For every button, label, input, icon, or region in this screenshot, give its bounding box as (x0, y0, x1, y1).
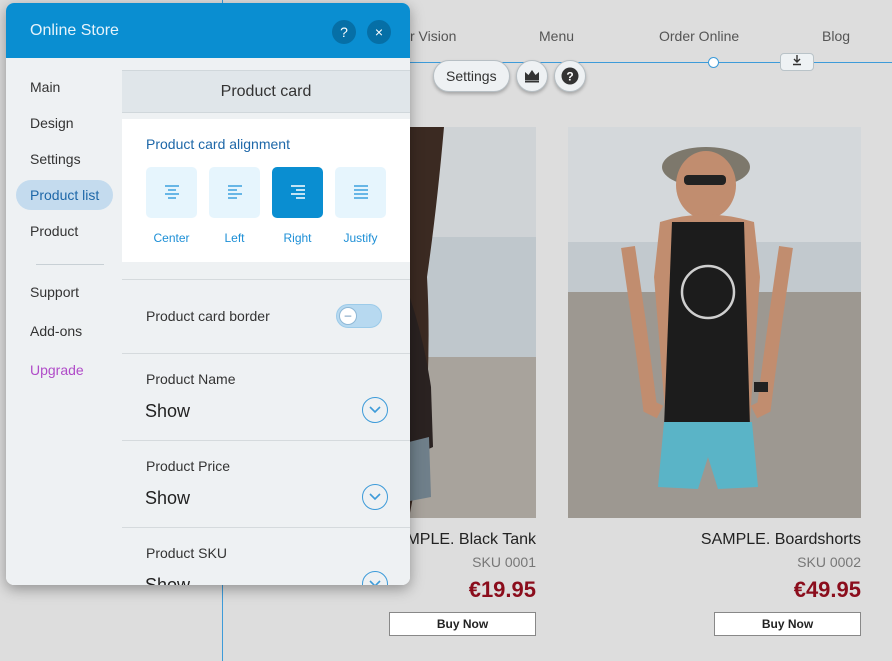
align-justify-option[interactable] (335, 167, 386, 218)
sidebar-item-design[interactable]: Design (16, 108, 88, 138)
product-name[interactable]: SAMPLE. Boardshorts (568, 531, 861, 549)
product-sku: SKU 0002 (797, 554, 861, 570)
align-center-icon (164, 184, 179, 199)
panel-sidebar: Main Design Settings Product list Produc… (6, 58, 122, 585)
sidebar-item-main[interactable]: Main (16, 72, 74, 102)
buy-now-button[interactable]: Buy Now (714, 612, 861, 636)
product-photo[interactable] (389, 127, 536, 518)
align-center-option[interactable] (146, 167, 197, 218)
align-right-option[interactable] (272, 167, 323, 218)
chevron-down-icon[interactable] (362, 397, 388, 423)
chevron-down-icon[interactable] (362, 484, 388, 510)
align-justify-label: Justify (343, 231, 378, 245)
align-right-label: Right (283, 231, 312, 245)
panel-title: Online Store (30, 22, 119, 39)
align-center-label: Center (153, 231, 190, 245)
product-price: €49.95 (793, 577, 861, 602)
product-name-value[interactable]: Show (145, 401, 190, 422)
buy-now-button[interactable]: Buy Now (389, 612, 536, 636)
nav-item-blog[interactable]: Blog (822, 28, 850, 44)
panel-content: Product card Product card alignment Cent… (122, 58, 410, 585)
chevron-down-icon[interactable] (362, 571, 388, 585)
product-name-setting: Product Name Show (122, 353, 410, 440)
download-icon[interactable] (780, 53, 814, 71)
sidebar-divider (36, 264, 104, 265)
sidebar-item-product[interactable]: Product (16, 216, 92, 246)
panel-help-button[interactable]: ? (332, 20, 356, 44)
border-setting-row: Product card border – (122, 279, 410, 353)
toggle-knob: – (339, 307, 357, 325)
align-right-icon (290, 184, 305, 199)
settings-button[interactable]: Settings (433, 60, 510, 92)
alignment-label: Product card alignment (146, 136, 290, 152)
align-left-label: Left (224, 231, 245, 245)
align-left-icon (227, 184, 242, 199)
sidebar-item-settings[interactable]: Settings (16, 144, 95, 174)
online-store-settings-panel: Online Store ? × Main Design Settings Pr… (6, 3, 410, 585)
sidebar-item-upgrade[interactable]: Upgrade (16, 355, 98, 385)
close-icon[interactable]: × (367, 20, 391, 44)
sidebar-item-support[interactable]: Support (16, 277, 93, 307)
product-photo[interactable] (568, 127, 861, 518)
border-label: Product card border (146, 308, 270, 324)
product-sku: SKU 0001 (472, 554, 536, 570)
product-price: €19.95 (468, 577, 536, 602)
align-left-option[interactable] (209, 167, 260, 218)
help-icon[interactable]: ? (553, 60, 586, 92)
sidebar-item-add-ons[interactable]: Add-ons (16, 316, 96, 346)
crown-icon[interactable] (515, 60, 548, 92)
svg-text:?: ? (566, 70, 573, 84)
sidebar-item-product-list[interactable]: Product list (16, 180, 114, 210)
align-justify-icon (353, 184, 368, 199)
alignment-selector: Product card alignment Center Left Right… (122, 119, 410, 262)
border-toggle[interactable]: – (336, 304, 382, 328)
product-sku-setting: Product SKU Show (122, 527, 410, 585)
product-sku-label: Product SKU (146, 545, 227, 561)
product-price-value[interactable]: Show (145, 488, 190, 509)
product-price-label: Product Price (146, 458, 231, 474)
section-title: Product card (122, 70, 410, 113)
element-toolbar: Settings ? (433, 60, 586, 92)
product-sku-value[interactable]: Show (145, 575, 190, 585)
nav-item-menu[interactable]: Menu (539, 28, 574, 44)
product-price-setting: Product Price Show (122, 440, 410, 527)
nav-anchor-dot[interactable] (708, 57, 719, 68)
panel-header[interactable]: Online Store ? × (6, 3, 410, 58)
product-name-label: Product Name (146, 371, 236, 387)
nav-item-order-online[interactable]: Order Online (659, 28, 739, 44)
nav-item-vision[interactable]: r Vision (410, 28, 456, 44)
